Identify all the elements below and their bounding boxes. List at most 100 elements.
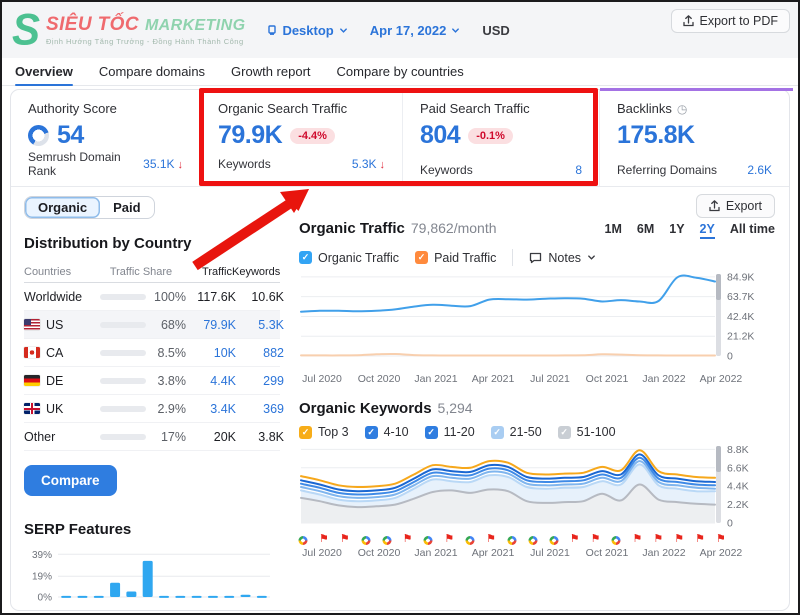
legend-label: 4-10 — [384, 425, 409, 439]
authority-score-gauge-icon — [28, 125, 49, 146]
traffic-value[interactable]: 4.4K — [186, 374, 236, 388]
google-update-marker[interactable] — [466, 536, 475, 545]
date-label: Apr 17, 2022 — [370, 23, 447, 38]
traffic-value: 20K — [186, 430, 236, 444]
google-update-marker[interactable] — [299, 536, 308, 545]
checkbox-icon[interactable]: ✓ — [425, 426, 438, 439]
table-row[interactable]: DE3.8%4.4K299 — [24, 367, 280, 395]
google-update-marker[interactable] — [508, 536, 517, 545]
note-flag-marker[interactable]: ⚑ — [444, 534, 454, 545]
note-flag-marker[interactable]: ⚑ — [591, 534, 601, 545]
referring-domains-value[interactable]: 2.6K — [747, 163, 772, 177]
legend-11-20[interactable]: ✓11-20 — [425, 425, 475, 439]
google-update-marker[interactable] — [549, 536, 558, 545]
export-to-pdf-label: Export to PDF — [700, 14, 779, 28]
keywords-value[interactable]: 5.3K — [236, 318, 284, 332]
google-update-marker[interactable] — [612, 536, 621, 545]
legend-4-10[interactable]: ✓ 4-10 — [365, 425, 409, 439]
table-row[interactable]: US68%79.9K5.3K — [24, 311, 280, 339]
segment-organic[interactable]: Organic — [25, 197, 100, 218]
note-flag-marker[interactable]: ⚑ — [319, 534, 329, 545]
table-row[interactable]: Other17%20K3.8K — [24, 423, 280, 451]
segment-paid[interactable]: Paid — [100, 197, 153, 218]
note-flag-marker[interactable]: ⚑ — [340, 534, 350, 545]
note-flag-marker[interactable]: ⚑ — [716, 534, 726, 545]
table-row[interactable]: CA8.5%10K882 — [24, 339, 280, 367]
referring-domains-label: Referring Domains — [617, 163, 717, 177]
country-name: US — [46, 318, 63, 332]
x-tick-label: Apr 2022 — [700, 547, 743, 559]
tab-overview[interactable]: Overview — [15, 58, 73, 85]
compare-button[interactable]: Compare — [24, 465, 117, 496]
checkbox-icon[interactable]: ✓ — [299, 251, 312, 264]
notes-dropdown[interactable]: Notes — [529, 251, 596, 265]
legend-21-50[interactable]: ✓21-50 — [491, 425, 542, 439]
traffic-value[interactable]: 3.4K — [186, 402, 236, 416]
country-cell: Other — [24, 430, 100, 444]
currency-selector[interactable]: USD — [482, 23, 509, 38]
note-flag-marker[interactable]: ⚑ — [403, 534, 413, 545]
export-button[interactable]: Export — [696, 194, 775, 218]
paid-traffic-value[interactable]: 804 — [420, 121, 460, 150]
keywords-value[interactable]: 882 — [236, 346, 284, 360]
legend-top-3[interactable]: ✓Top 3 — [299, 425, 349, 439]
tab-growth-report[interactable]: Growth report — [231, 58, 310, 85]
note-flag-marker[interactable]: ⚑ — [653, 534, 663, 545]
share-bar — [100, 294, 146, 300]
range-all-time[interactable]: All time — [730, 222, 775, 239]
traffic-share-cell: 17% — [100, 430, 186, 444]
authority-score-card: Authority Score 54 Semrush Domain Rank 3… — [11, 90, 200, 186]
note-flag-marker[interactable]: ⚑ — [695, 534, 705, 545]
organic-keywords-value[interactable]: 5.3K — [352, 157, 377, 171]
share-bar — [100, 406, 146, 412]
checkbox-icon[interactable]: ✓ — [558, 426, 571, 439]
checkbox-icon[interactable]: ✓ — [365, 426, 378, 439]
report-tabbar: Overview Compare domains Growth report Comp… — [2, 58, 798, 86]
google-update-marker[interactable] — [424, 536, 433, 545]
organic-keywords-chart[interactable]: 02.2K4.4K6.6K8.8K ⚑⚑⚑⚑⚑⚑⚑⚑⚑⚑⚑⚑ Jul 2020O… — [299, 441, 775, 561]
organic-traffic-value[interactable]: 79.9K — [218, 121, 282, 150]
legend-51-100[interactable]: ✓51-100 — [558, 425, 616, 439]
range-1m[interactable]: 1M — [605, 222, 622, 239]
range-6m[interactable]: 6M — [637, 222, 654, 239]
tab-compare-domains[interactable]: Compare domains — [99, 58, 205, 85]
country-section-title: Distribution by Country — [24, 235, 289, 252]
column-header: Keywords — [232, 266, 280, 278]
organic-paid-toggle: OrganicPaid — [24, 196, 155, 219]
note-flag-marker[interactable]: ⚑ — [674, 534, 684, 545]
range-2y[interactable]: 2Y — [700, 222, 715, 239]
checkbox-icon[interactable]: ✓ — [491, 426, 504, 439]
date-selector[interactable]: Apr 17, 2022 — [370, 23, 461, 38]
table-row[interactable]: UK2.9%3.4K369 — [24, 395, 280, 423]
paid-keywords-value[interactable]: 8 — [575, 163, 582, 177]
table-row[interactable]: Worldwide100%117.6K10.6K — [24, 283, 280, 311]
note-flag-marker[interactable]: ⚑ — [632, 534, 642, 545]
checkbox-icon[interactable]: ✓ — [299, 426, 312, 439]
traffic-value[interactable]: 79.9K — [186, 318, 236, 332]
backlinks-value[interactable]: 175.8K — [617, 121, 695, 150]
keywords-value[interactable]: 299 — [236, 374, 284, 388]
domain-rank-value[interactable]: 35.1K — [143, 157, 174, 171]
legend-organic-traffic[interactable]: ✓Organic Traffic — [299, 251, 399, 265]
note-flag-marker[interactable]: ⚑ — [486, 534, 496, 545]
export-to-pdf-button[interactable]: Export to PDF — [671, 9, 791, 33]
organic-traffic-chart[interactable]: 021.2K42.4K63.7K84.9K Jul 2020Oct 2020Ja… — [299, 268, 775, 387]
device-selector[interactable]: Desktop — [267, 23, 347, 38]
x-tick-label: Oct 2020 — [358, 373, 401, 385]
tab-compare-by-countries[interactable]: Compare by countries — [337, 58, 464, 85]
main-row: OrganicPaid Distribution by Country Coun… — [11, 187, 789, 610]
legend-paid-traffic[interactable]: ✓Paid Traffic — [415, 251, 496, 265]
traffic-share-cell: 100% — [100, 290, 186, 304]
x-tick-label: Jan 2021 — [414, 547, 457, 559]
google-update-marker[interactable] — [528, 536, 537, 545]
google-update-marker[interactable] — [382, 536, 391, 545]
authority-score-title: Authority Score — [28, 101, 183, 116]
keywords-value[interactable]: 369 — [236, 402, 284, 416]
organic-search-traffic-card: Organic Search Traffic 79.9K -4.4% Keywo… — [200, 90, 402, 186]
backlinks-title: Backlinks — [617, 101, 672, 116]
google-update-marker[interactable] — [361, 536, 370, 545]
traffic-value[interactable]: 10K — [186, 346, 236, 360]
note-flag-marker[interactable]: ⚑ — [570, 534, 580, 545]
checkbox-icon[interactable]: ✓ — [415, 251, 428, 264]
range-1y[interactable]: 1Y — [669, 222, 684, 239]
